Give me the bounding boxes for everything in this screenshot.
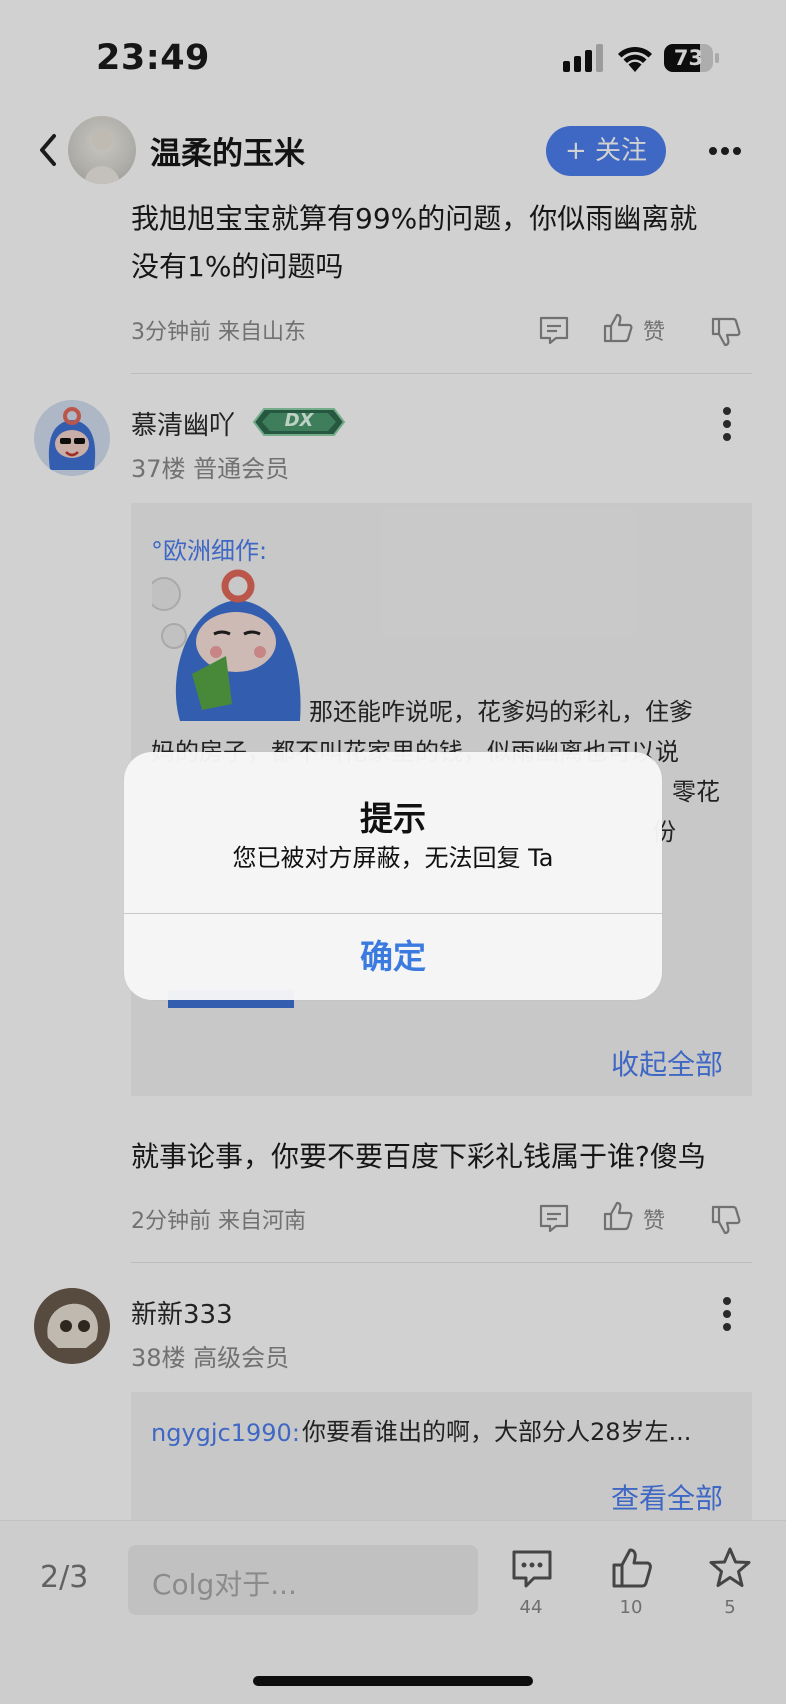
confirm-button[interactable]: 确定 [124,914,662,1000]
alert-dialog: 提示 您已被对方屏蔽，无法回复 Ta 确定 [124,752,662,1000]
alert-title: 提示 [360,799,426,838]
alert-message: 您已被对方屏蔽，无法回复 Ta [232,844,554,872]
